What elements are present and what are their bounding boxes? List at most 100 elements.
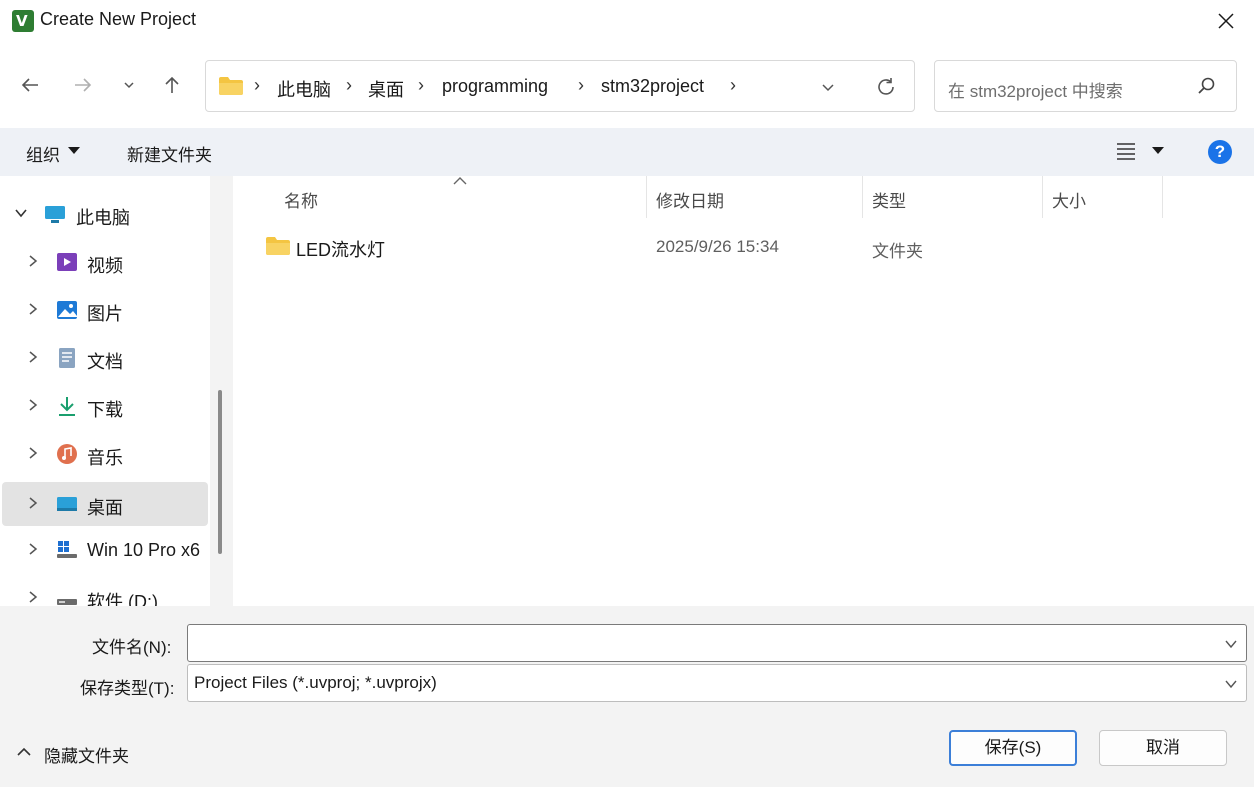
sidebar-item-label: 下载 <box>87 400 123 420</box>
filetype-select[interactable]: Project Files (*.uvproj; *.uvprojx) <box>187 664 1247 702</box>
file-name: LED流水灯 <box>296 240 386 260</box>
document-icon <box>59 348 75 368</box>
arrow-left-icon <box>21 78 38 92</box>
chevron-down-icon[interactable] <box>1224 677 1238 691</box>
column-divider[interactable] <box>646 176 647 218</box>
hide-folders-label: 隐藏文件夹 <box>44 747 129 766</box>
chevron-down-icon[interactable] <box>1224 637 1238 651</box>
column-header-size[interactable]: 大小 <box>1052 187 1086 212</box>
download-icon <box>59 397 75 416</box>
cancel-button[interactable]: 取消 <box>1099 730 1227 766</box>
breadcrumb-item[interactable]: stm32project <box>601 76 704 97</box>
window-title: Create New Project <box>40 9 197 29</box>
organize-button[interactable]: 组织 <box>26 141 60 166</box>
sidebar-item-this-pc[interactable]: 此电脑 <box>2 192 208 236</box>
sidebar-item-label: 音乐 <box>87 448 123 468</box>
sidebar-item-label: 图片 <box>87 304 123 324</box>
chevron-right-icon[interactable] <box>26 350 40 364</box>
breadcrumb-separator: › <box>254 75 260 95</box>
sidebar-item-label: 文档 <box>87 352 123 372</box>
refresh-icon[interactable] <box>874 75 898 99</box>
chevron-down-icon[interactable] <box>14 206 28 220</box>
breadcrumb-item[interactable]: 此电脑 <box>277 76 331 102</box>
sidebar-item-windows-drive[interactable]: Win 10 Pro x6 <box>2 528 208 572</box>
up-button[interactable] <box>157 70 187 100</box>
sidebar-item-desktop[interactable]: 桌面 <box>2 482 208 526</box>
breadcrumb-separator: › <box>346 75 352 95</box>
breadcrumb-separator: › <box>418 75 424 95</box>
breadcrumb-item[interactable]: 桌面 <box>368 76 404 102</box>
command-bar: 组织 新建文件夹 ? <box>0 128 1254 176</box>
sidebar-item-label: 此电脑 <box>76 208 130 228</box>
new-folder-button[interactable]: 新建文件夹 <box>127 141 212 166</box>
sidebar-item-documents[interactable]: 文档 <box>2 336 208 380</box>
save-panel: 文件名(N): 保存类型(T): Project Files (*.uvproj… <box>0 606 1254 787</box>
close-icon <box>1218 13 1234 29</box>
title-bar: Create New Project <box>0 0 1254 42</box>
folder-icon <box>266 237 290 255</box>
filetype-label: 保存类型(T): <box>80 679 175 698</box>
chevron-right-icon[interactable] <box>26 590 40 604</box>
breadcrumb-separator: › <box>730 75 736 95</box>
sidebar-item-videos[interactable]: 视频 <box>2 240 208 284</box>
column-header-name[interactable]: 名称 <box>284 187 318 212</box>
navigation-bar: › 此电脑 › 桌面 › programming › stm32project … <box>0 42 1254 128</box>
chevron-right-icon[interactable] <box>26 496 40 510</box>
filename-field[interactable] <box>187 624 1247 662</box>
chevron-right-icon[interactable] <box>26 542 40 556</box>
column-header-modified[interactable]: 修改日期 <box>656 187 724 212</box>
search-input[interactable]: 在 stm32project 中搜索 <box>948 77 1123 102</box>
chevron-up-icon <box>17 747 31 756</box>
file-type: 文件夹 <box>872 242 923 261</box>
search-icon[interactable] <box>1195 75 1217 97</box>
music-icon <box>57 444 77 464</box>
filename-label: 文件名(N): <box>92 638 172 657</box>
close-button[interactable] <box>1198 0 1254 42</box>
sidebar-item-music[interactable]: 音乐 <box>2 432 208 476</box>
search-box[interactable]: 在 stm32project 中搜索 <box>934 60 1237 112</box>
sidebar-item-pictures[interactable]: 图片 <box>2 288 208 332</box>
breadcrumb-item[interactable]: programming <box>442 76 548 97</box>
file-list: 名称 修改日期 类型 大小 LED流水灯 2025/9/26 15:34 文件夹 <box>233 176 1254 606</box>
chevron-down-icon <box>124 82 134 89</box>
sidebar-item-downloads[interactable]: 下载 <box>2 384 208 428</box>
address-bar[interactable]: › 此电脑 › 桌面 › programming › stm32project … <box>205 60 915 112</box>
list-view-icon[interactable] <box>1116 142 1136 160</box>
column-divider[interactable] <box>1162 176 1163 218</box>
sidebar-scrollbar[interactable] <box>218 390 222 554</box>
view-options-caret-icon[interactable] <box>1152 147 1164 154</box>
forward-button[interactable] <box>68 70 98 100</box>
navigation-pane: 此电脑 视频 图片 文档 下载 音乐 桌面 Win 10 Pro x6 软件 ( <box>0 176 218 606</box>
desktop-icon <box>57 497 77 511</box>
file-modified: 2025/9/26 15:34 <box>656 237 779 256</box>
column-header-type[interactable]: 类型 <box>872 187 906 212</box>
picture-icon <box>57 301 77 319</box>
save-button[interactable]: 保存(S) <box>949 730 1077 766</box>
chevron-right-icon[interactable] <box>26 398 40 412</box>
filetype-value: Project Files (*.uvproj; *.uvprojx) <box>194 673 437 692</box>
video-icon <box>57 253 77 271</box>
sidebar-item-drive-d[interactable]: 软件 (D:) <box>2 576 208 606</box>
breadcrumb-separator: › <box>578 75 584 95</box>
column-divider[interactable] <box>1042 176 1043 218</box>
chevron-down-icon[interactable] <box>818 77 838 97</box>
chevron-right-icon[interactable] <box>26 302 40 316</box>
windows-drive-icon <box>57 541 77 558</box>
folder-icon <box>219 77 243 95</box>
arrow-right-icon <box>75 78 92 92</box>
sidebar-item-label: Win 10 Pro x6 <box>87 540 201 560</box>
recent-locations-button[interactable] <box>114 70 144 100</box>
column-divider[interactable] <box>862 176 863 218</box>
arrow-up-icon <box>165 76 179 93</box>
sidebar-item-label: 视频 <box>87 256 123 276</box>
chevron-right-icon[interactable] <box>26 254 40 268</box>
sidebar-item-label: 软件 (D:) <box>87 592 158 606</box>
drive-icon <box>57 599 77 605</box>
chevron-right-icon[interactable] <box>26 446 40 460</box>
back-button[interactable] <box>15 70 45 100</box>
sort-ascending-icon <box>453 177 467 185</box>
help-icon[interactable]: ? <box>1208 140 1232 164</box>
sidebar-item-label: 桌面 <box>87 498 123 518</box>
caret-down-icon <box>68 147 80 154</box>
file-row[interactable]: LED流水灯 2025/9/26 15:34 文件夹 <box>255 230 1225 264</box>
